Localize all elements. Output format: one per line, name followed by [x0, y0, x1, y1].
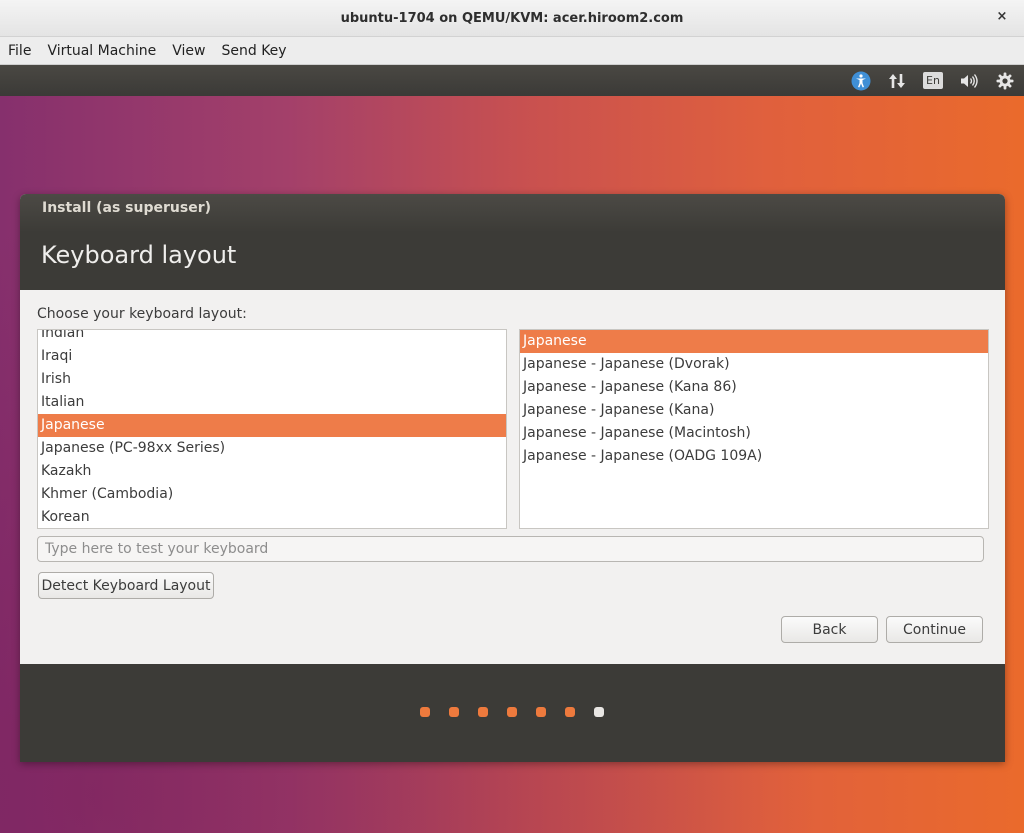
system-gear-icon[interactable]	[995, 71, 1015, 91]
layout-list-item[interactable]: Indian	[38, 330, 506, 345]
network-icon[interactable]	[887, 71, 907, 91]
variant-list-item[interactable]: Japanese - Japanese (OADG 109A)	[520, 445, 988, 468]
variant-list-item[interactable]: Japanese - Japanese (Macintosh)	[520, 422, 988, 445]
window-title: ubuntu-1704 on QEMU/KVM: acer.hiroom2.co…	[340, 10, 684, 26]
progress-dot	[420, 707, 430, 717]
layout-list-item[interactable]: Japanese	[38, 414, 506, 437]
close-icon[interactable]: ×	[994, 9, 1010, 24]
variant-list-item[interactable]: Japanese - Japanese (Dvorak)	[520, 353, 988, 376]
installer-footer	[20, 664, 1005, 762]
layout-list[interactable]: Indian Iraqi Irish Italian Japanese Japanese …	[37, 329, 507, 529]
menubar: File Virtual Machine View Send Key	[0, 37, 1024, 65]
choose-layout-label: Choose your keyboard layout:	[37, 306, 247, 322]
variant-list[interactable]: Japanese Japanese - Japanese (Dvorak) Japa…	[519, 329, 989, 529]
menu-view[interactable]: View	[164, 43, 213, 59]
keyboard-test-input[interactable]	[37, 536, 984, 562]
progress-dot	[507, 707, 517, 717]
layout-list-item[interactable]: Khmer (Cambodia)	[38, 483, 506, 506]
layout-list-item[interactable]: Kazakh	[38, 460, 506, 483]
top-panel: En	[0, 65, 1024, 96]
detect-keyboard-layout-button[interactable]: Detect Keyboard Layout	[38, 572, 214, 599]
layout-list-item[interactable]: Irish	[38, 368, 506, 391]
installer-header: Install (as superuser) Keyboard layout	[20, 194, 1005, 290]
progress-indicator	[420, 707, 623, 717]
keyboard-indicator[interactable]: En	[923, 71, 943, 91]
progress-dot	[594, 707, 604, 717]
progress-dot	[565, 707, 575, 717]
accessibility-icon[interactable]	[851, 71, 871, 91]
layout-list-item[interactable]: Italian	[38, 391, 506, 414]
continue-button[interactable]: Continue	[886, 616, 983, 643]
installer-body: Choose your keyboard layout: Indian Iraqi…	[20, 290, 1005, 664]
progress-dot	[449, 707, 459, 717]
layout-list-item[interactable]: Japanese (PC-98xx Series)	[38, 437, 506, 460]
volume-icon[interactable]	[959, 71, 979, 91]
guest-desktop: En Install (as superuser) Keyboard layou…	[0, 65, 1024, 833]
menu-virtual-machine[interactable]: Virtual Machine	[39, 43, 164, 59]
progress-dot	[478, 707, 488, 717]
layout-list-item[interactable]: Iraqi	[38, 345, 506, 368]
window-titlebar: ubuntu-1704 on QEMU/KVM: acer.hiroom2.co…	[0, 0, 1024, 37]
keyboard-indicator-label: En	[923, 72, 943, 89]
installer-window: Install (as superuser) Keyboard layout C…	[20, 194, 1005, 762]
page-title: Keyboard layout	[41, 241, 237, 269]
progress-dot	[536, 707, 546, 717]
variant-list-item[interactable]: Japanese - Japanese (Kana 86)	[520, 376, 988, 399]
variant-list-item[interactable]: Japanese - Japanese (Kana)	[520, 399, 988, 422]
layout-list-item[interactable]: Korean	[38, 506, 506, 528]
menu-file[interactable]: File	[0, 43, 39, 59]
menu-send-key[interactable]: Send Key	[213, 43, 294, 59]
back-button[interactable]: Back	[781, 616, 878, 643]
variant-list-item[interactable]: Japanese	[520, 330, 988, 353]
installer-window-title: Install (as superuser)	[42, 200, 211, 216]
